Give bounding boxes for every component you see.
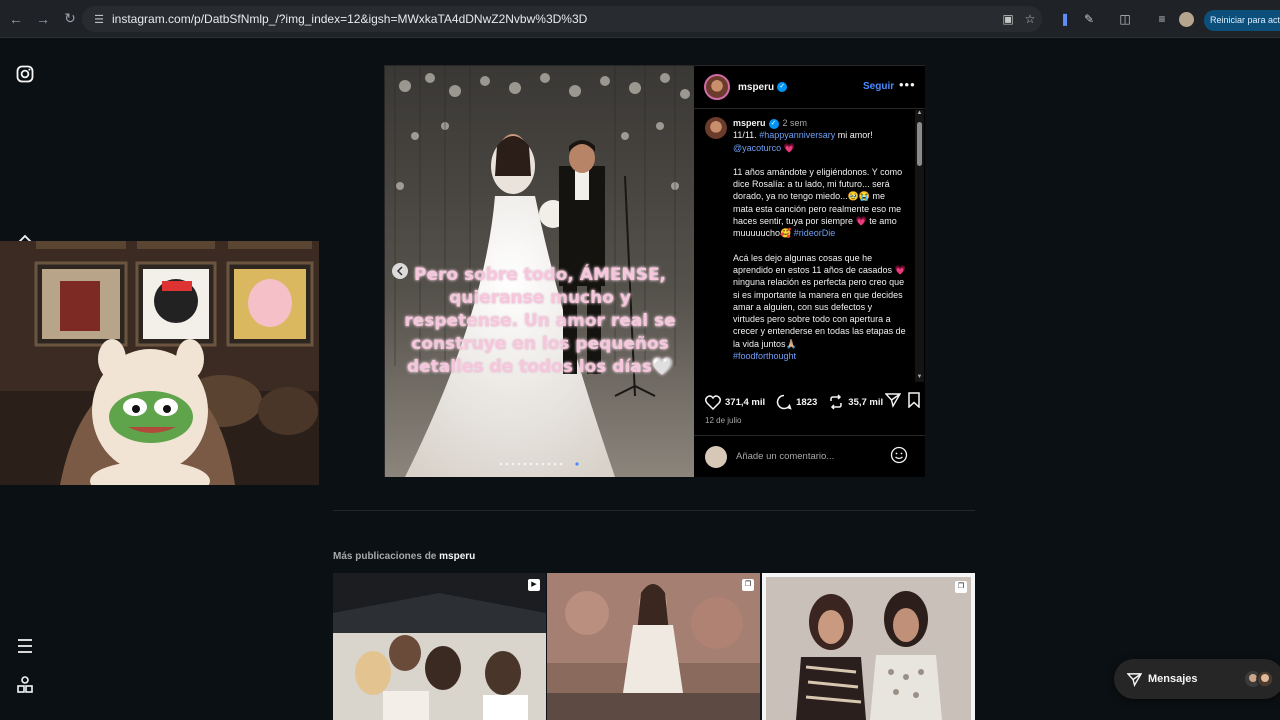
carousel-icon: ❐: [742, 579, 754, 591]
post-card: Pero sobre todo, ÁMENSE, quieranse mucho…: [384, 65, 925, 477]
message-avatars: [1245, 670, 1274, 688]
mention-yacoturco[interactable]: @yacoturco: [733, 143, 781, 153]
comment-input[interactable]: [736, 451, 886, 462]
section-divider: [333, 510, 975, 511]
also-from-meta-icon[interactable]: [15, 675, 35, 695]
image-overlay-text: Pero sobre todo, ÁMENSE, quieranse mucho…: [404, 265, 676, 377]
comment-icon: [776, 394, 792, 410]
bookmark-icon[interactable]: [907, 392, 921, 408]
emoji-icon[interactable]: [890, 446, 908, 464]
extension-icon[interactable]: ❚: [1057, 11, 1073, 27]
post-sidebar: msperu ✓ Seguir ••• msperu ✓ 2 sem 11/11. …: [694, 66, 925, 477]
repost-icon: [830, 394, 843, 410]
restart-button[interactable]: Reiniciar para actu: [1204, 10, 1280, 31]
comment-box: [694, 435, 925, 477]
direct-message-icon: [1127, 672, 1142, 687]
caption-line1-suffix: mi amor!: [835, 130, 873, 141]
post-image[interactable]: Pero sobre todo, ÁMENSE, quieranse mucho…: [385, 66, 694, 477]
repost-button[interactable]: 35,7 mil: [828, 394, 883, 410]
more-posts-heading: Más publicaciones de msperu: [333, 551, 475, 562]
carousel-icon: ❐: [955, 581, 967, 593]
scrollbar-thumb[interactable]: [917, 122, 922, 166]
post-header: msperu ✓ Seguir •••: [694, 66, 925, 109]
more-post-thumbnail[interactable]: ▶: [333, 573, 546, 720]
caption-text: msperu ✓ 2 sem 11/11. #happyanniversary mi…: [733, 117, 906, 374]
verified-badge-icon: ✓: [777, 82, 788, 92]
hashtag-foodforthought[interactable]: #foodforthought: [733, 351, 796, 361]
caption-avatar[interactable]: [705, 117, 727, 139]
reel-icon: ▶: [528, 579, 540, 591]
more-post-thumbnail[interactable]: ❐: [547, 573, 760, 720]
like-count[interactable]: 371,4 mil: [725, 397, 765, 408]
menu-icon[interactable]: [15, 636, 35, 656]
bookmark-star-icon[interactable]: ☆: [1022, 11, 1038, 27]
share-icon[interactable]: [885, 392, 901, 408]
caption-area[interactable]: msperu ✓ 2 sem 11/11. #happyanniversary mi…: [694, 110, 925, 382]
hashtag-happyanniversary[interactable]: #happyanniversary: [759, 130, 835, 140]
instagram-logo-icon[interactable]: [15, 64, 35, 84]
site-settings-icon[interactable]: ☰: [88, 13, 110, 26]
caption-time: 2 sem: [782, 118, 808, 128]
caption-paragraph-3: Acá les dejo algunas cosas que he aprend…: [733, 252, 906, 349]
caption-scrollbar[interactable]: ▲ ▼: [915, 110, 924, 382]
profile-avatar[interactable]: [1179, 12, 1194, 27]
address-bar[interactable]: ☰ instagram.com/p/DatbSfNmlp_/?img_index…: [82, 6, 1042, 32]
like-button[interactable]: 371,4 mil: [705, 394, 765, 410]
comment-button[interactable]: 1823: [776, 394, 817, 410]
back-button[interactable]: ←: [4, 7, 28, 31]
heart-icon: [705, 394, 721, 410]
browser-toolbar: ← → ↻ ☰ instagram.com/p/DatbSfNmlp_/?img…: [0, 0, 1280, 38]
post-actions: 371,4 mil 1823 35,7 mil: [694, 390, 925, 414]
author-username[interactable]: msperu: [738, 82, 774, 93]
post-date[interactable]: 12 de julio: [705, 416, 741, 425]
caption-username[interactable]: msperu: [733, 118, 766, 128]
more-posts-username[interactable]: msperu: [439, 551, 475, 562]
more-post-thumbnail[interactable]: ❐: [762, 573, 975, 720]
hashtag-rideordie[interactable]: #rideorDie: [794, 228, 836, 238]
mention-emoji: 💗: [781, 142, 795, 153]
webcam-overlay: [0, 241, 319, 485]
messages-button[interactable]: Mensajes: [1114, 659, 1280, 699]
scroll-up-icon[interactable]: ▲: [916, 110, 923, 116]
more-posts-prefix: Más publicaciones de: [333, 551, 440, 562]
url-text[interactable]: instagram.com/p/DatbSfNmlp_/?img_index=1…: [112, 12, 587, 26]
messages-label: Mensajes: [1148, 673, 1198, 685]
split-view-icon[interactable]: ◫: [1117, 11, 1133, 27]
reading-list-icon[interactable]: ≡: [1154, 11, 1170, 27]
comment-count[interactable]: 1823: [796, 397, 817, 408]
scroll-down-icon[interactable]: ▼: [916, 374, 923, 380]
extensions-puzzle-icon[interactable]: ✎: [1081, 11, 1097, 27]
install-app-icon[interactable]: ▣: [1000, 11, 1016, 27]
author-avatar[interactable]: [704, 74, 730, 100]
caption-line1-prefix: 11/11.: [733, 130, 760, 141]
follow-button[interactable]: Seguir: [863, 81, 894, 92]
more-options-icon[interactable]: •••: [899, 77, 916, 92]
caption-verified-icon: ✓: [768, 118, 779, 129]
reload-button[interactable]: ↻: [58, 7, 82, 31]
repost-count[interactable]: 35,7 mil: [848, 397, 883, 408]
viewer-avatar: [705, 445, 727, 468]
forward-button[interactable]: →: [31, 7, 55, 31]
